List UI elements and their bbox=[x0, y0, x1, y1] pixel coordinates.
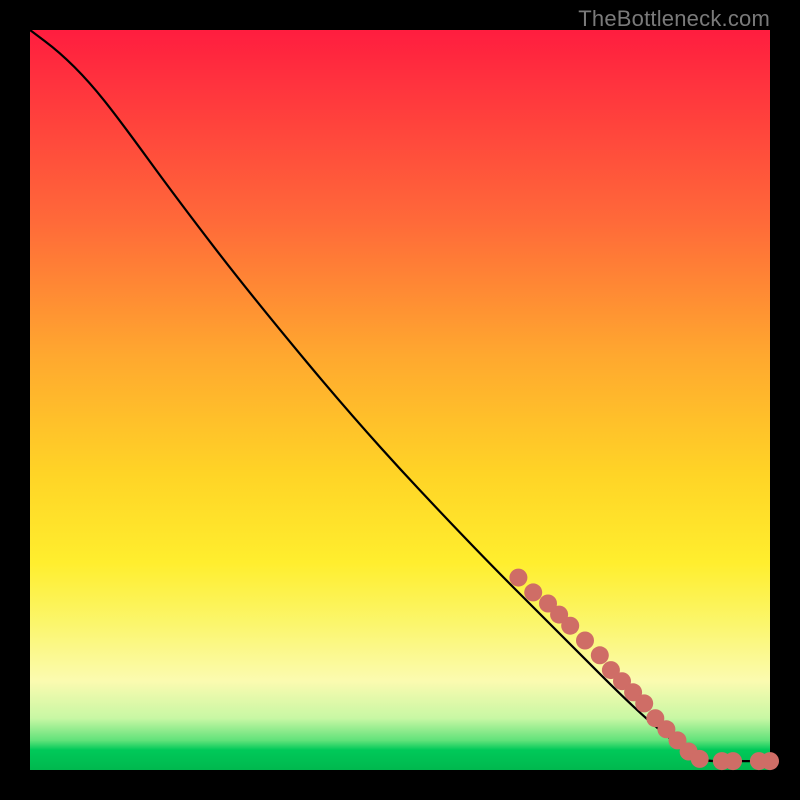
data-points bbox=[509, 569, 779, 771]
data-point bbox=[761, 752, 779, 770]
data-point bbox=[635, 694, 653, 712]
data-point bbox=[524, 583, 542, 601]
chart-frame: TheBottleneck.com bbox=[0, 0, 800, 800]
data-point bbox=[576, 632, 594, 650]
data-point bbox=[509, 569, 527, 587]
data-point bbox=[691, 750, 709, 768]
attribution-label: TheBottleneck.com bbox=[578, 6, 770, 32]
plot-area bbox=[30, 30, 770, 770]
data-point bbox=[724, 752, 742, 770]
bottleneck-curve bbox=[30, 30, 770, 761]
data-point bbox=[591, 646, 609, 664]
data-point bbox=[561, 617, 579, 635]
chart-overlay bbox=[30, 30, 770, 770]
